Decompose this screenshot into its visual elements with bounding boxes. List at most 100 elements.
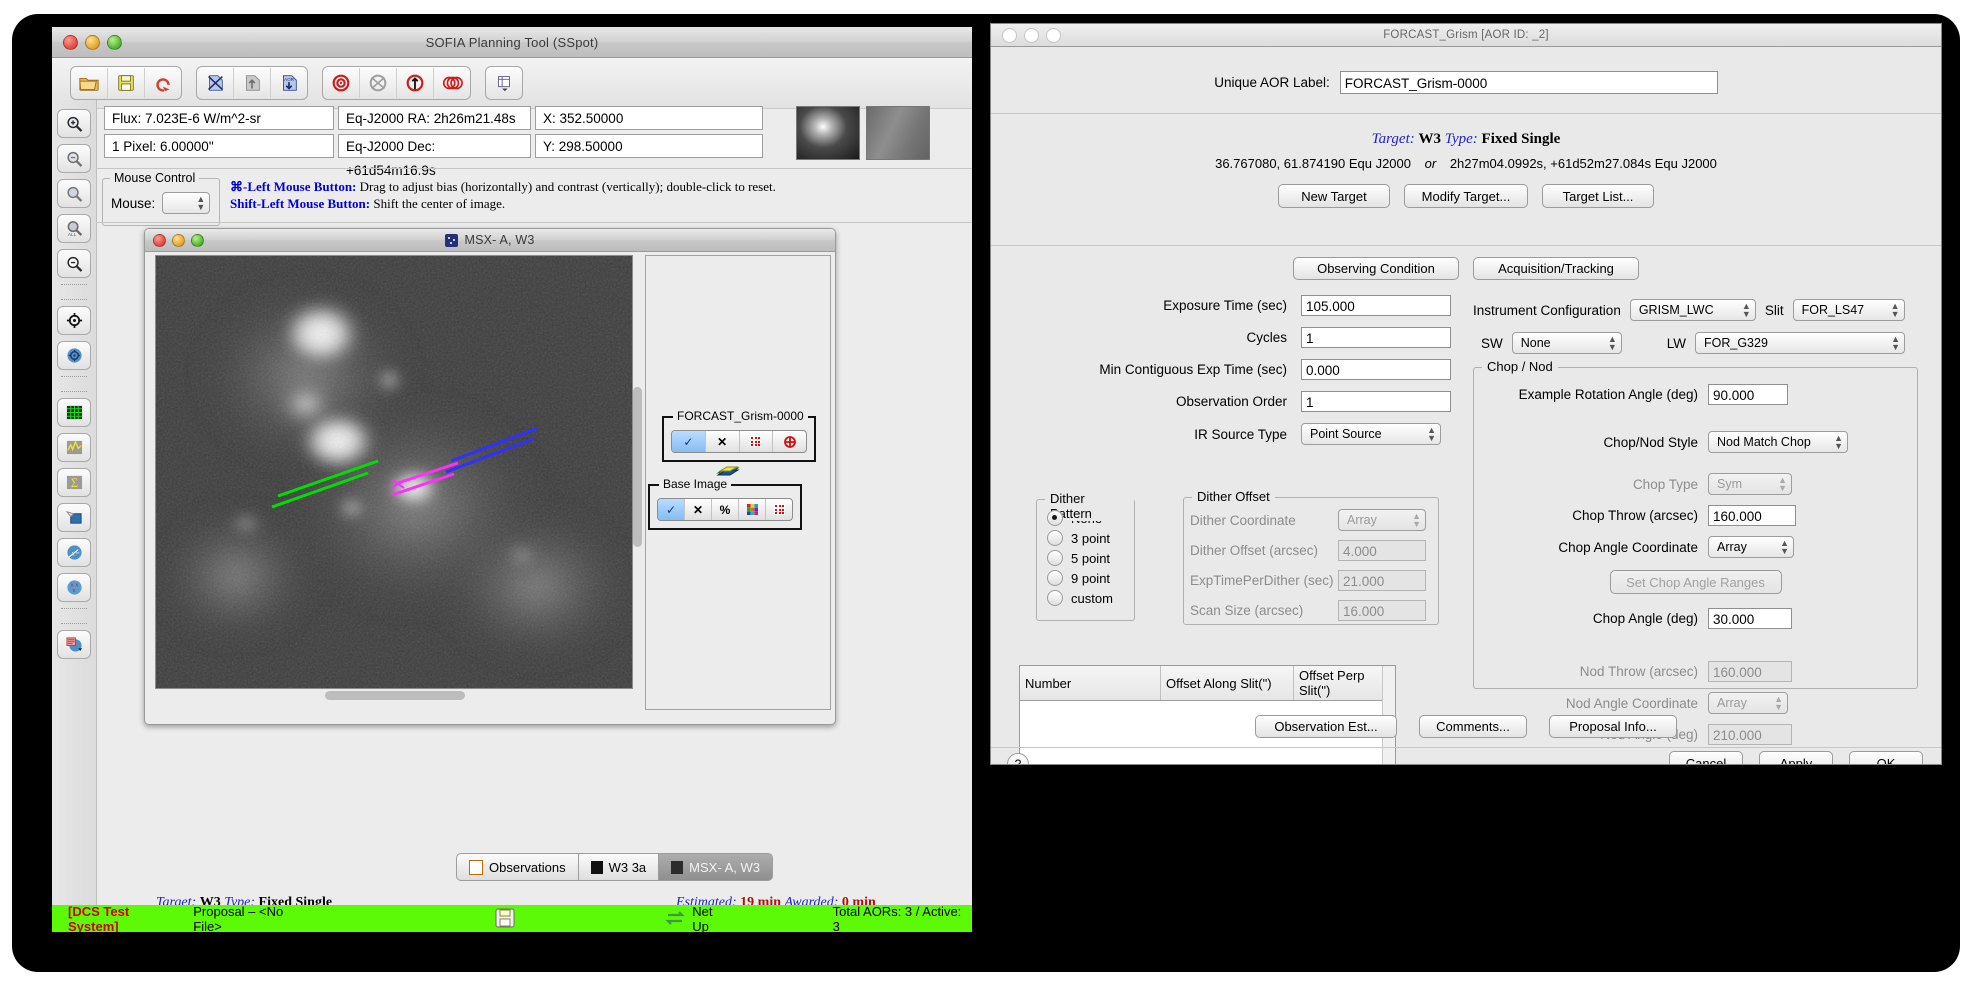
- center-target-icon[interactable]: [57, 341, 91, 370]
- thumbnail-preview[interactable]: [796, 106, 860, 160]
- chop-throw-input[interactable]: 160.000: [1708, 505, 1796, 526]
- formula-icon[interactable]: x=: [57, 538, 91, 567]
- cancel-button[interactable]: Cancel: [1669, 751, 1743, 764]
- example-rotation-angle-input[interactable]: 90.000: [1708, 384, 1788, 405]
- multi-target-button[interactable]: [434, 68, 470, 98]
- ir-source-type-select[interactable]: Point Source ▲ ▼: [1301, 423, 1441, 445]
- mouse-mode-select[interactable]: ▲ ▼: [162, 192, 211, 214]
- image-vertical-scrollbar[interactable]: [633, 387, 642, 547]
- y-readout: Y: 298.50000: [535, 134, 763, 158]
- dither-option-9point[interactable]: 9 point: [1047, 570, 1134, 586]
- forcast-minimize-button[interactable]: [1024, 27, 1039, 43]
- apply-button[interactable]: Apply: [1759, 751, 1833, 764]
- zoom-fit-icon[interactable]: [57, 179, 91, 208]
- plot-icon[interactable]: [57, 433, 91, 462]
- grid-overlay-icon[interactable]: [57, 398, 91, 427]
- tab-w3-3a[interactable]: W3 3a: [577, 853, 659, 881]
- forcast-window-controls[interactable]: [1002, 27, 1061, 43]
- dither-option-custom[interactable]: custom: [1047, 590, 1134, 606]
- zoom-button[interactable]: [107, 34, 122, 50]
- slit-select[interactable]: FOR_LS47 ▲ ▼: [1792, 299, 1905, 321]
- overlay-aor-segment-bar[interactable]: ✓ ✕: [671, 430, 807, 453]
- image-minimize-button[interactable]: [172, 233, 185, 247]
- overlay-aor-colorbar-icon[interactable]: [740, 431, 774, 452]
- target-off-button[interactable]: [360, 68, 397, 98]
- chop-angle-input[interactable]: 30.000: [1708, 608, 1792, 629]
- sw-select[interactable]: None ▲ ▼: [1511, 332, 1622, 354]
- min-contiguous-exp-time-label: Min Contiguous Exp Time (sec): [1099, 362, 1287, 377]
- help-button[interactable]: ?: [1007, 753, 1029, 764]
- table-button[interactable]: [486, 68, 522, 98]
- instrument-config-select[interactable]: GRISM_LWC ▲ ▼: [1629, 299, 1756, 321]
- save-disk-button[interactable]: [108, 68, 145, 98]
- undo-button[interactable]: [145, 68, 181, 98]
- overlay-aor-x-icon[interactable]: ✕: [706, 431, 740, 452]
- target-up-button[interactable]: [397, 68, 434, 98]
- ok-button[interactable]: OK: [1849, 751, 1923, 764]
- image-zoom-button[interactable]: [191, 233, 204, 247]
- target-list-button[interactable]: Target List...: [1542, 184, 1654, 208]
- radio-none[interactable]: [1047, 510, 1063, 526]
- radio-custom[interactable]: [1047, 590, 1063, 606]
- forcast-close-button[interactable]: [1002, 27, 1017, 43]
- legend-icon[interactable]: [57, 630, 91, 659]
- layers-icon[interactable]: [57, 503, 91, 532]
- min-contiguous-exp-time-input[interactable]: 0.000: [1301, 359, 1451, 380]
- image-close-button[interactable]: [153, 233, 166, 247]
- nod-angle-coordinate-value: Array: [1717, 696, 1747, 710]
- aor-up-button[interactable]: [234, 68, 271, 98]
- sky-image-canvas[interactable]: [155, 255, 633, 689]
- zoom-in-icon[interactable]: [57, 109, 91, 138]
- help-icon[interactable]: ?: [1007, 753, 1029, 764]
- comments-button[interactable]: Comments...: [1419, 715, 1527, 738]
- tab-msx-a-w3[interactable]: MSX- A, W3: [658, 853, 773, 881]
- tab-observing-condition[interactable]: Observing Condition: [1293, 257, 1459, 280]
- dither-option-5point[interactable]: 5 point: [1047, 550, 1134, 566]
- exposure-time-input[interactable]: 105.000: [1301, 295, 1451, 316]
- cycles-input[interactable]: 1: [1301, 327, 1451, 348]
- overlay-base-palette-icon[interactable]: [739, 499, 766, 520]
- overlay-base-x-icon[interactable]: ✕: [685, 499, 712, 520]
- overlay-aor-check-icon[interactable]: ✓: [672, 431, 706, 452]
- image-horizontal-scrollbar[interactable]: [325, 691, 465, 700]
- chop-nod-style-select[interactable]: Nod Match Chop ▲ ▼: [1708, 431, 1848, 453]
- tab-acquisition-tracking[interactable]: Acquisition/Tracking: [1473, 257, 1639, 280]
- observation-est-button[interactable]: Observation Est...: [1255, 715, 1397, 738]
- overlay-base-colorbar-icon[interactable]: [766, 499, 792, 520]
- overlay-base-check-icon[interactable]: ✓: [658, 499, 685, 520]
- modify-target-button[interactable]: Modify Target...: [1404, 184, 1528, 208]
- minimize-button[interactable]: [85, 34, 100, 50]
- statistics-icon[interactable]: Σ: [57, 468, 91, 497]
- aor-label-input[interactable]: FORCAST_Grism-0000: [1339, 71, 1718, 94]
- close-button[interactable]: [63, 34, 78, 50]
- crosshair-icon[interactable]: [57, 306, 91, 335]
- delete-aor-button[interactable]: [197, 68, 234, 98]
- slit-value: FOR_LS47: [1801, 303, 1865, 317]
- proposal-info-button[interactable]: Proposal Info...: [1549, 715, 1677, 738]
- lw-select[interactable]: FOR_G329 ▲ ▼: [1695, 332, 1905, 354]
- status-save-button[interactable]: [495, 908, 515, 931]
- target-button[interactable]: [323, 68, 360, 98]
- radio-5point[interactable]: [1047, 550, 1063, 566]
- zoom-out-icon[interactable]: [57, 144, 91, 173]
- aor-down-button[interactable]: AOR: [271, 68, 307, 98]
- forcast-zoom-button[interactable]: [1046, 27, 1061, 43]
- chop-angle-coordinate-select[interactable]: Array ▲ ▼: [1708, 536, 1794, 558]
- overlay-base-percent-icon[interactable]: %: [712, 499, 739, 520]
- dither-coordinate-value: Array: [1347, 513, 1377, 527]
- new-target-button[interactable]: New Target: [1278, 184, 1390, 208]
- image-window-controls[interactable]: [153, 233, 204, 247]
- open-folder-button[interactable]: [71, 68, 108, 98]
- catalog-icon[interactable]: xxx: [57, 573, 91, 602]
- observation-order-input[interactable]: 1: [1301, 391, 1451, 412]
- thumbnail-zoom[interactable]: [866, 106, 930, 160]
- tab-observations[interactable]: Observations: [456, 853, 578, 881]
- window-controls[interactable]: [63, 34, 122, 50]
- radio-9point[interactable]: [1047, 570, 1063, 586]
- overlay-base-segment-bar[interactable]: ✓ ✕ %: [657, 498, 793, 521]
- overlay-aor-target-plus-icon[interactable]: [773, 431, 806, 452]
- zoom-minus-icon[interactable]: [57, 249, 91, 278]
- dither-option-3point[interactable]: 3 point: [1047, 530, 1134, 546]
- radio-3point[interactable]: [1047, 530, 1063, 546]
- zoom-all-icon[interactable]: ALL: [57, 214, 91, 243]
